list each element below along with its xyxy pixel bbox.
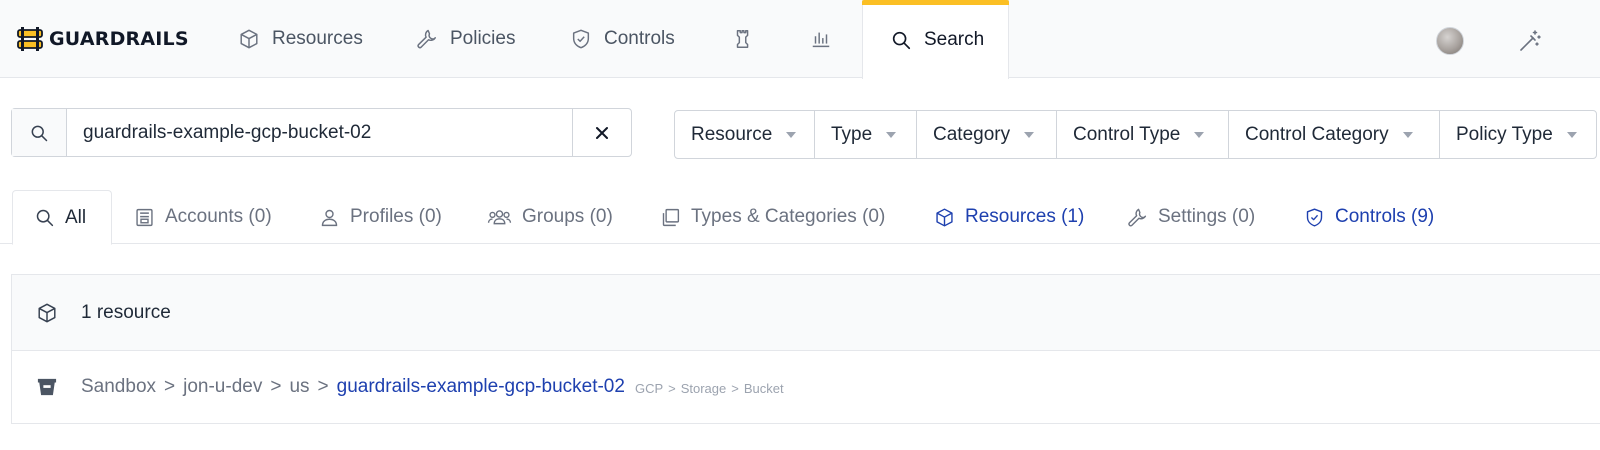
- chevron-down-icon: [1024, 131, 1035, 138]
- filter-bar: Resource Type Category Control Type Cont…: [674, 110, 1597, 159]
- filter-control-category[interactable]: Control Category: [1229, 111, 1440, 158]
- nav-reports[interactable]: [810, 0, 832, 78]
- tab-profiles[interactable]: Profiles (0): [319, 190, 442, 244]
- search-bar: [11, 108, 632, 157]
- tab-all[interactable]: All: [12, 190, 112, 245]
- logo-icon: [17, 27, 43, 51]
- results-panel: 1 resource Sandbox > jon-u-dev > us > gu…: [11, 274, 1600, 424]
- nav-label: Policies: [450, 28, 516, 49]
- nav-label: Resources: [272, 28, 363, 49]
- breadcrumb-us[interactable]: us: [289, 376, 309, 398]
- filter-resource[interactable]: Resource: [675, 111, 815, 158]
- nav-resources[interactable]: Resources: [238, 0, 363, 78]
- tab-controls[interactable]: Controls (9): [1304, 190, 1434, 244]
- breadcrumb-jon-u-dev[interactable]: jon-u-dev: [183, 376, 262, 398]
- tab-types-categories[interactable]: Types & Categories (0): [660, 190, 885, 244]
- nav-policy-packs[interactable]: [732, 0, 754, 78]
- tab-resources[interactable]: Resources (1): [934, 190, 1084, 244]
- shield-check-icon: [1304, 207, 1325, 228]
- result-tabs: All Accounts (0) Profiles (0) Groups (0)…: [0, 190, 1600, 245]
- close-icon: [596, 126, 608, 139]
- tab-accounts[interactable]: Accounts (0): [134, 190, 272, 244]
- search-input[interactable]: [67, 109, 572, 156]
- search-icon: [890, 29, 912, 51]
- breadcrumb-sandbox[interactable]: Sandbox: [81, 376, 156, 398]
- filter-policy-type[interactable]: Policy Type: [1440, 111, 1596, 158]
- cube-icon: [36, 302, 58, 324]
- brand-name: GUARDRAILS: [49, 28, 189, 50]
- breadcrumb-separator: >: [270, 376, 282, 397]
- breadcrumb-separator: >: [164, 376, 176, 397]
- bucket-icon: [36, 377, 58, 397]
- chevron-down-icon: [786, 131, 797, 138]
- chevron-down-icon: [1402, 131, 1413, 138]
- results-count: 1 resource: [81, 301, 171, 323]
- user-icon: [319, 207, 340, 228]
- list-item: Sandbox > jon-u-dev > us > guardrails-ex…: [12, 351, 1600, 423]
- filter-type[interactable]: Type: [815, 111, 917, 158]
- chevron-down-icon: [886, 131, 897, 138]
- tab-settings[interactable]: Settings (0): [1127, 190, 1255, 244]
- tab-groups[interactable]: Groups (0): [487, 190, 613, 244]
- wrench-icon: [416, 28, 438, 50]
- cube-icon: [934, 207, 955, 228]
- search-icon: [12, 109, 67, 156]
- cube-icon: [238, 28, 260, 50]
- user-avatar[interactable]: [1436, 27, 1464, 55]
- resource-type-path: GCP > Storage > Bucket: [634, 381, 784, 396]
- resource-link[interactable]: guardrails-example-gcp-bucket-02: [337, 376, 625, 398]
- clear-search-button[interactable]: [572, 109, 631, 156]
- nav-search[interactable]: Search: [862, 0, 1009, 79]
- search-icon: [34, 207, 55, 228]
- filter-control-type[interactable]: Control Type: [1057, 111, 1229, 158]
- copy-icon: [660, 207, 681, 228]
- bar-chart-icon: [810, 28, 832, 50]
- users-icon: [487, 207, 512, 228]
- breadcrumb-separator: >: [317, 376, 329, 397]
- guardrails-logo[interactable]: GUARDRAILS: [17, 27, 189, 51]
- shield-check-icon: [570, 28, 592, 50]
- chevron-down-icon: [1194, 131, 1205, 138]
- nav-controls[interactable]: Controls: [570, 0, 675, 78]
- results-header: 1 resource: [12, 275, 1600, 351]
- magic-wand-icon[interactable]: [1518, 29, 1542, 53]
- chevron-down-icon: [1566, 131, 1577, 138]
- wrench-icon: [1127, 207, 1148, 228]
- nav-policies[interactable]: Policies: [416, 0, 515, 78]
- chess-rook-icon: [732, 28, 754, 50]
- nav-label: Search: [924, 28, 985, 50]
- account-icon: [134, 207, 155, 228]
- top-navigation-bar: GUARDRAILS Resources Policies Controls S…: [0, 0, 1600, 79]
- filter-category[interactable]: Category: [917, 111, 1057, 158]
- nav-label: Controls: [604, 28, 675, 49]
